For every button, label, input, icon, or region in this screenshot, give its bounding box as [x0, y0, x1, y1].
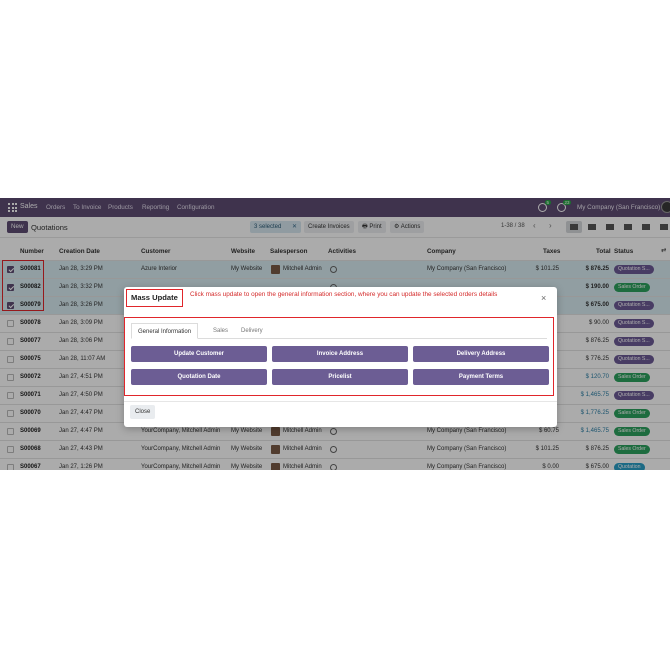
update-customer-button[interactable]: Update Customer — [131, 346, 267, 362]
close-button[interactable]: Close — [130, 405, 156, 419]
invoice-address-button[interactable]: Invoice Address — [272, 346, 408, 362]
tab-general-information[interactable]: General Information — [131, 323, 199, 339]
tab-bar: General Information Sales Delivery — [131, 323, 547, 339]
quotation-date-button[interactable]: Quotation Date — [131, 369, 267, 385]
mass-update-dialog: Mass Update Click mass update to open th… — [124, 287, 557, 427]
annotation-note: Click mass update to open the general in… — [190, 291, 498, 298]
tab-delivery[interactable]: Delivery — [235, 323, 269, 339]
tab-sales[interactable]: Sales — [207, 323, 234, 339]
dialog-footer-divider — [124, 401, 557, 402]
delivery-address-button[interactable]: Delivery Address — [413, 346, 549, 362]
mass-update-panel: General Information Sales Delivery Updat… — [124, 317, 554, 396]
payment-terms-button[interactable]: Payment Terms — [413, 369, 549, 385]
pricelist-button[interactable]: Pricelist — [272, 369, 408, 385]
dialog-title: Mass Update — [126, 289, 183, 307]
screenshot: Sales Orders To Invoice Products Reporti… — [0, 198, 670, 470]
close-icon[interactable]: × — [541, 293, 546, 303]
